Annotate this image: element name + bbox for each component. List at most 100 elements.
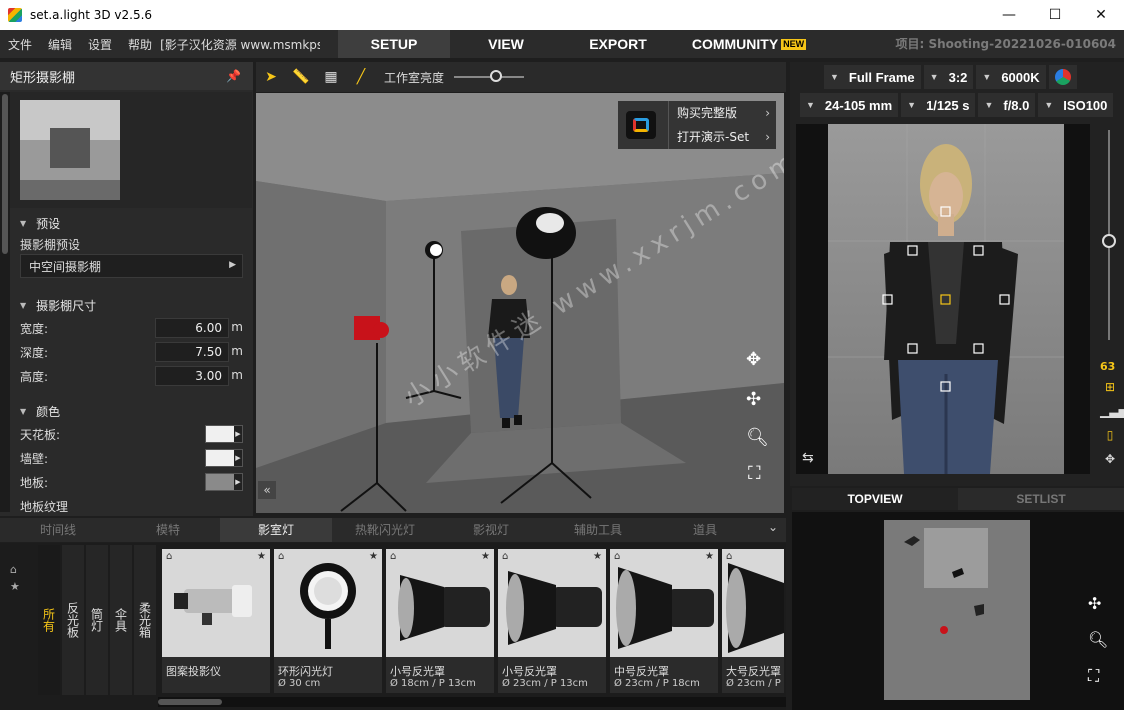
star-icon[interactable]: ★	[705, 551, 714, 562]
focal-length-knob[interactable]	[1102, 234, 1116, 248]
close-button[interactable]: ✕	[1078, 0, 1124, 30]
star-icon[interactable]: ★	[593, 551, 602, 562]
camera-move-icon[interactable]: ✥	[1100, 452, 1120, 470]
sensor-format-dropdown[interactable]: ▼ Full Frame	[824, 65, 921, 89]
camera-settings-row-1: ▼ Full Frame ▼ 3:2 ▼ 6000K	[790, 64, 1124, 90]
star-icon[interactable]: ★	[369, 551, 378, 562]
buy-full-version-link[interactable]: 购买完整版 ›	[668, 101, 776, 125]
color-channels-icon[interactable]	[1048, 65, 1077, 89]
depth-input[interactable]: 7.50	[155, 342, 229, 362]
menu-help[interactable]: 帮助	[120, 36, 160, 53]
zoom-icon[interactable]: 🔍︎	[1088, 630, 1108, 649]
category-all[interactable]: 所有	[38, 545, 60, 695]
nav-view[interactable]: VIEW	[450, 30, 562, 58]
category-reflectors[interactable]: 反光板	[62, 545, 84, 695]
tab-models[interactable]: 模特	[116, 518, 220, 542]
tab-props[interactable]: 道具	[652, 518, 758, 542]
light-card[interactable]: ⌂ ★ 中号反光罩 Ø 23cm / P 18cm	[610, 549, 718, 693]
light-spec: Ø 30 cm	[278, 678, 321, 689]
aperture-dropdown[interactable]: ▼ f/8.0	[978, 93, 1036, 117]
3d-viewport[interactable]: 小小软件迷 www.xxrjm.com 购买完整版 › 打开演示-Set › ✥…	[256, 93, 784, 513]
size-section-header[interactable]: ▼ 摄影棚尺寸	[10, 294, 253, 316]
orbit-icon[interactable]: ✥	[746, 349, 761, 370]
nav-export[interactable]: EXPORT	[562, 30, 674, 58]
swap-orientation-icon[interactable]: ⇆	[802, 450, 814, 466]
tab-timeline[interactable]: 时间线	[0, 518, 116, 542]
color-section-header[interactable]: ▼ 颜色	[10, 400, 253, 422]
portrait-frame-icon[interactable]: ▯	[1100, 428, 1120, 446]
camera-preview[interactable]: ⇆	[796, 124, 1090, 474]
collapse-panel-icon[interactable]: «	[258, 481, 276, 499]
panel-scrollbar[interactable]	[0, 92, 10, 512]
preset-section-header[interactable]: ▼ 预设	[10, 212, 253, 234]
fit-view-icon[interactable]: ⛶	[1088, 666, 1099, 686]
library-scrollbar[interactable]	[158, 697, 786, 707]
floor-row: 地板: ▶	[10, 470, 253, 494]
category-umbrellas[interactable]: 伞具	[110, 545, 132, 695]
library-tabs: 时间线 模特 影室灯 热靴闪光灯 影视灯 辅助工具 道具 ⌄	[0, 518, 786, 542]
line-tool-icon[interactable]: ╱	[346, 62, 376, 92]
tab-topview[interactable]: TOPVIEW	[792, 488, 958, 510]
menu-settings[interactable]: 设置	[80, 36, 120, 53]
zoom-icon[interactable]: 🔍︎	[746, 427, 769, 448]
light-card[interactable]: ⌂ ★ 环形闪光灯 Ø 30 cm	[274, 549, 382, 693]
pan-icon[interactable]: ✣	[1088, 594, 1101, 613]
nav-community[interactable]: COMMUNITY NEW	[674, 30, 824, 58]
studio-preset-dropdown[interactable]: 中空间摄影棚 ▶	[20, 254, 243, 278]
light-card[interactable]: ⌂ ★ 图案投影仪	[162, 549, 270, 693]
dropdown-arrow-icon: ▼	[984, 100, 994, 110]
star-icon[interactable]: ★	[10, 580, 26, 593]
measure-tool-icon[interactable]: 📏	[286, 62, 316, 92]
open-demo-set-link[interactable]: 打开演示-Set ›	[668, 125, 776, 149]
white-balance-dropdown[interactable]: ▼ 6000K	[976, 65, 1046, 89]
category-softboxes[interactable]: 柔光箱	[134, 545, 156, 695]
topview-map[interactable]: ✣ 🔍︎ ⛶	[792, 512, 1124, 710]
tab-continuous-lights[interactable]: 影视灯	[438, 518, 544, 542]
pan-icon[interactable]: ✣	[746, 389, 761, 410]
menu-bar: 文件 编辑 设置 帮助 [影子汉化资源 www.msmkps SETUP VIE…	[0, 30, 1124, 58]
pointer-tool-icon[interactable]: ➤	[256, 62, 286, 92]
shutter-speed-dropdown[interactable]: ▼ 1/125 s	[901, 93, 976, 117]
tab-studio-lights[interactable]: 影室灯	[220, 518, 332, 542]
chevron-down-icon[interactable]: ⌄	[768, 520, 778, 534]
tab-setlist[interactable]: SETLIST	[958, 488, 1124, 510]
grid-toggle-icon[interactable]: ▦	[316, 62, 346, 92]
slider-knob[interactable]	[490, 70, 503, 82]
lens-dropdown[interactable]: ▼ 24-105 mm	[800, 93, 899, 117]
ceiling-color-picker[interactable]: ▶	[205, 425, 243, 443]
home-icon[interactable]: ⌂	[10, 563, 26, 576]
width-input[interactable]: 6.00	[155, 318, 229, 338]
light-card[interactable]: ⌂ ★ 小号反光罩 Ø 23cm / P 13cm	[498, 549, 606, 693]
iso-dropdown[interactable]: ▼ ISO100	[1038, 93, 1114, 117]
scrollbar-thumb[interactable]	[2, 94, 8, 254]
height-unit: m	[231, 368, 243, 382]
light-card[interactable]: ⌂ ★ 小号反光罩 Ø 18cm / P 13cm	[386, 549, 494, 693]
menu-edit[interactable]: 编辑	[40, 36, 80, 53]
star-icon[interactable]: ★	[481, 551, 490, 562]
minimize-button[interactable]: —	[986, 0, 1032, 30]
topview-tabs: TOPVIEW SETLIST	[792, 488, 1124, 510]
tab-accessories[interactable]: 辅助工具	[544, 518, 652, 542]
star-icon[interactable]: ★	[257, 551, 266, 562]
nav-setup[interactable]: SETUP	[338, 30, 450, 58]
scrollbar-thumb[interactable]	[158, 699, 222, 705]
wall-color-picker[interactable]: ▶	[205, 449, 243, 467]
studio-brightness-slider[interactable]	[454, 70, 525, 82]
fit-view-icon[interactable]: ⛶	[748, 463, 761, 484]
dropdown-arrow-icon: ▶	[229, 260, 236, 270]
studio-thumbnail	[20, 100, 120, 200]
maximize-button[interactable]: ☐	[1032, 0, 1078, 30]
menu-file[interactable]: 文件	[0, 36, 40, 53]
light-card[interactable]: ⌂ 大号反光罩 Ø 23cm / P 2...	[722, 549, 784, 693]
height-input[interactable]: 3.00	[155, 366, 229, 386]
floor-color-picker[interactable]: ▶	[205, 473, 243, 491]
histogram-icon[interactable]: ▁▃▅	[1100, 404, 1124, 422]
panel-header: 矩形摄影棚 📌	[0, 62, 253, 90]
buy-full-version-label: 购买完整版	[677, 106, 738, 120]
pin-icon[interactable]: 📌	[226, 69, 241, 83]
tab-speedlights[interactable]: 热靴闪光灯	[332, 518, 438, 542]
focus-points-icon[interactable]: ⊞	[1100, 380, 1120, 398]
category-snoots[interactable]: 筒灯	[86, 545, 108, 695]
aspect-ratio-dropdown[interactable]: ▼ 3:2	[923, 65, 974, 89]
projector-illustration	[174, 585, 252, 625]
